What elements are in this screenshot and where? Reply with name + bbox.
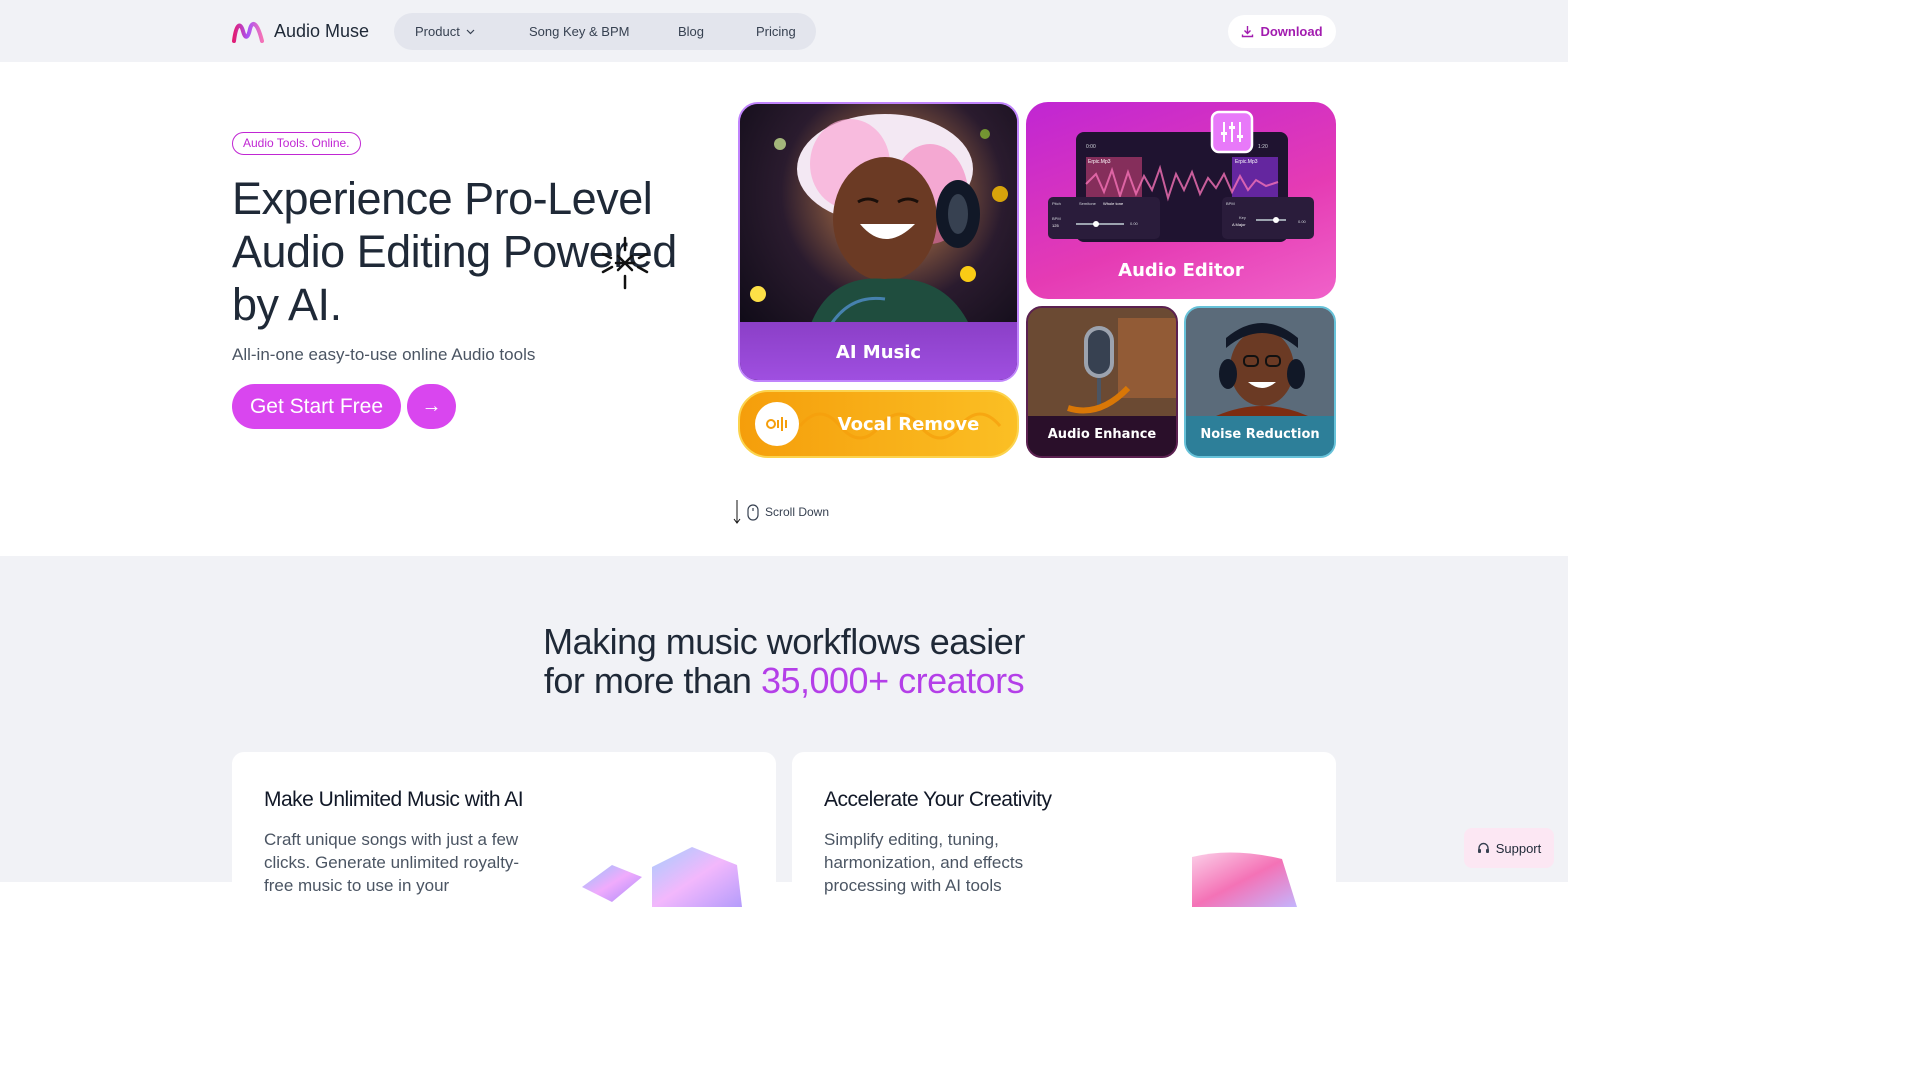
scroll-down-hint[interactable]: Scroll Down [733, 500, 829, 524]
nav-blog[interactable]: Blog [678, 24, 704, 39]
nav-song-key-bpm[interactable]: Song Key & BPM [529, 24, 629, 39]
card-text: Simplify editing, tuning, harmonization,… [824, 830, 1024, 895]
ai-music-label: AI Music [835, 342, 922, 363]
editor-key-value: A Major [1232, 222, 1246, 227]
crystal-shape-illustration [582, 847, 742, 907]
editor-whole-tone: Whole tone [1103, 201, 1124, 206]
section-title-accent: 35,000+ creators [760, 660, 1025, 701]
ai-music-image [740, 104, 1017, 327]
feature-card-ai-music[interactable]: Make Unlimited Music with AI Craft uniqu… [232, 752, 776, 952]
arrow-right-icon: → [421, 395, 442, 417]
download-button[interactable]: Download [1228, 15, 1336, 48]
noise-reduction-label: Noise Reduction [1200, 427, 1320, 442]
noise-reduction-tile[interactable]: Noise Reduction [1184, 306, 1336, 458]
support-button[interactable]: Support [1464, 828, 1554, 868]
editor-time-start: 0:00 [1086, 144, 1096, 150]
nav-product-label: Product [415, 24, 460, 39]
card-text: Craft unique songs with just a few click… [264, 830, 520, 895]
feature-card-creativity[interactable]: Accelerate Your Creativity Simplify edit… [792, 752, 1336, 952]
headset-icon [1477, 842, 1489, 853]
section-title: Making music workflows easier for more t… [0, 622, 1568, 700]
nav-pricing[interactable]: Pricing [756, 24, 796, 39]
brand-logo[interactable]: Audio Muse [232, 19, 369, 43]
top-header: Audio Muse Product Song Key & BPM Blog P… [0, 0, 1568, 62]
audio-enhance-tile[interactable]: Audio Enhance [1026, 306, 1178, 458]
editor-zero-a: 0.00 [1130, 221, 1138, 226]
card-title: Make Unlimited Music with AI [264, 788, 524, 811]
arrow-right-button[interactable]: → [407, 384, 456, 429]
vocal-remove-tile[interactable]: Vocal Remove [738, 390, 1019, 458]
editor-time-end: 1:20 [1258, 144, 1268, 150]
hero-tag: Audio Tools. Online. [232, 132, 361, 155]
get-start-free-button[interactable]: Get Start Free [232, 384, 401, 429]
arrow-down-icon [733, 500, 741, 524]
card-title: Accelerate Your Creativity [824, 788, 1052, 811]
editor-file-b: Erpic.Mp3 [1235, 159, 1258, 165]
audio-enhance-label: Audio Enhance [1047, 427, 1157, 442]
nav-product[interactable]: Product [415, 24, 475, 39]
download-icon [1242, 26, 1254, 38]
audio-editor-tile[interactable]: 0:00 1:20 Erpic.Mp3 Erpic.Mp3 Pitch Semi… [1026, 102, 1336, 299]
section-title-line2-prefix: for more than [543, 660, 761, 701]
portrait-illustration [750, 114, 1008, 327]
brand-name: Audio Muse [274, 20, 370, 41]
ai-music-tile[interactable]: AI Music [738, 102, 1019, 382]
audio-editor-label: Audio Editor [1118, 260, 1244, 281]
support-label: Support [1495, 840, 1542, 856]
editor-bpm: BPM [1052, 216, 1061, 221]
crystal-box-illustration [1192, 852, 1297, 907]
scroll-down-label: Scroll Down [765, 505, 830, 519]
editor-semitone: Semitone [1079, 201, 1096, 206]
editor-pitch: Pitch [1052, 201, 1061, 206]
vocal-remove-label: Vocal Remove [837, 414, 980, 435]
editor-bpm-right: BPM [1226, 201, 1235, 206]
chevron-down-icon [466, 29, 475, 34]
logo-icon [232, 22, 264, 43]
download-label: Download [1260, 24, 1323, 39]
section-title-line1: Making music workflows easier [543, 621, 1025, 662]
editor-zero-b: 0.00 [1298, 219, 1306, 224]
mouse-icon [747, 503, 759, 521]
sound-wave-icon [766, 417, 787, 431]
editor-file-a: Erpic.Mp3 [1088, 159, 1111, 165]
editor-bpm-value: 125 [1052, 223, 1059, 228]
hero-subtitle: All-in-one easy-to-use online Audio tool… [232, 345, 536, 364]
sparkle-icon [601, 236, 649, 290]
main-nav: Product Song Key & BPM Blog Pricing [394, 13, 816, 50]
editor-key: Key [1239, 215, 1246, 220]
